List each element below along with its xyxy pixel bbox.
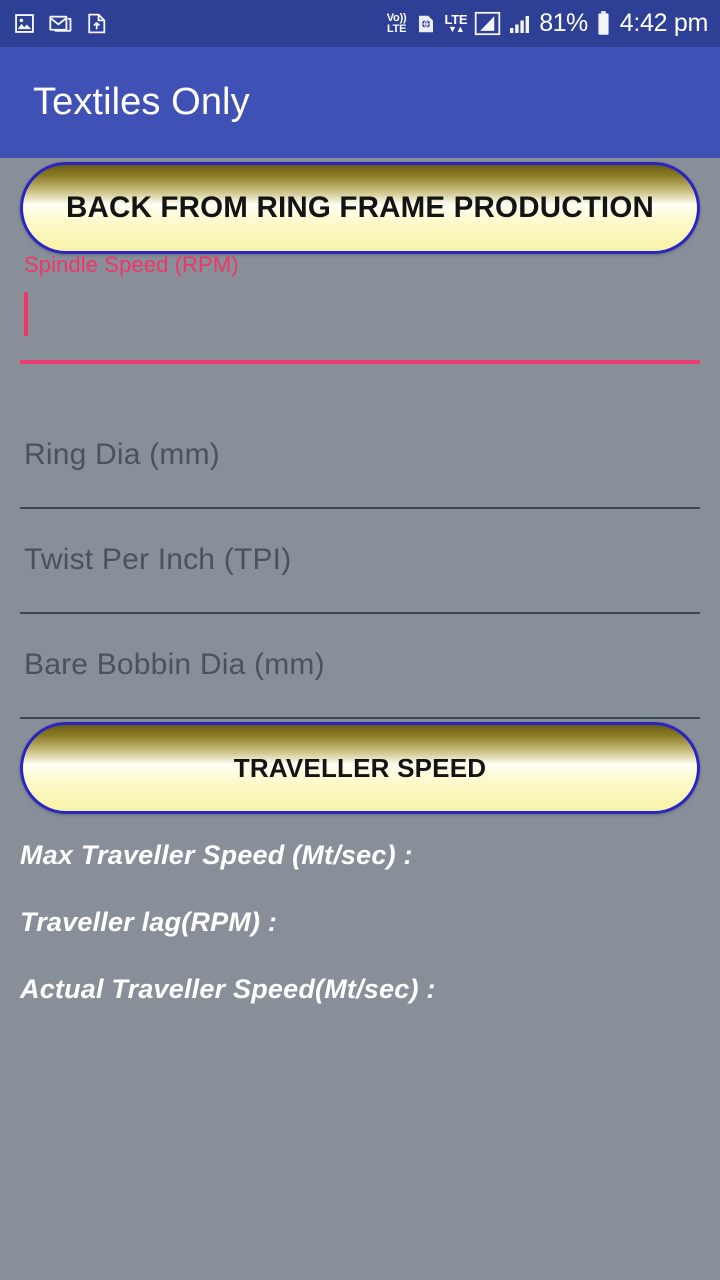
traveller-lag-result: Traveller lag(RPM) : xyxy=(20,907,278,937)
battery-icon xyxy=(595,10,612,37)
spindle-speed-field[interactable]: Spindle Speed (RPM) xyxy=(20,252,700,364)
twist-per-inch-placeholder: Twist Per Inch (TPI) xyxy=(24,543,292,576)
main-content: BACK FROM RING FRAME PRODUCTION Spindle … xyxy=(0,162,720,1280)
page-title: Textiles Only xyxy=(33,81,250,123)
bare-bobbin-dia-input[interactable]: Bare Bobbin Dia (mm) xyxy=(20,635,700,695)
status-bar-system-icons: Vo)) LTE LTE ▼▲ 81% 4:42 pm xyxy=(386,9,709,38)
results-section: Max Traveller Speed (Mt/sec) : Traveller… xyxy=(20,840,700,1005)
bare-bobbin-dia-underline xyxy=(20,717,700,719)
spindle-speed-label: Spindle Speed (RPM) xyxy=(24,252,239,277)
ring-dia-input[interactable]: Ring Dia (mm) xyxy=(20,425,700,485)
email-icon xyxy=(48,11,73,36)
traveller-speed-calculate-button[interactable]: TRAVELLER SPEED xyxy=(20,722,700,814)
ring-dia-placeholder: Ring Dia (mm) xyxy=(24,438,220,471)
back-button-label: BACK FROM RING FRAME PRODUCTION xyxy=(66,191,654,224)
battery-percent-label: 81% xyxy=(539,9,588,37)
spindle-speed-input[interactable] xyxy=(20,284,700,342)
max-traveller-speed-result: Max Traveller Speed (Mt/sec) : xyxy=(20,840,413,870)
ring-dia-field[interactable]: Ring Dia (mm) xyxy=(20,404,700,509)
twist-per-inch-field[interactable]: Twist Per Inch (TPI) xyxy=(20,509,700,614)
spindle-speed-underline xyxy=(20,360,700,364)
clock-label: 4:42 pm xyxy=(619,9,709,37)
volte-icon: Vo)) LTE xyxy=(386,11,407,35)
signal-strength-primary-icon xyxy=(474,10,501,37)
lte-data-icon: LTE ▼▲ xyxy=(444,12,468,34)
status-bar-notification-icons xyxy=(12,11,109,36)
traveller-speed-button-label: TRAVELLER SPEED xyxy=(233,752,487,783)
bare-bobbin-dia-placeholder: Bare Bobbin Dia (mm) xyxy=(24,648,325,681)
image-icon xyxy=(12,11,37,36)
document-upload-icon xyxy=(84,11,109,36)
back-from-ring-frame-production-button[interactable]: BACK FROM RING FRAME PRODUCTION xyxy=(20,162,700,254)
signal-strength-secondary-icon xyxy=(508,12,532,36)
text-caret xyxy=(24,292,28,336)
sim-globe-icon xyxy=(414,12,438,36)
actual-traveller-speed-result: Actual Traveller Speed(Mt/sec) : xyxy=(20,974,436,1004)
twist-per-inch-input[interactable]: Twist Per Inch (TPI) xyxy=(20,530,700,590)
app-bar: Textiles Only xyxy=(0,47,720,158)
status-bar: Vo)) LTE LTE ▼▲ 81% 4:42 pm xyxy=(0,0,720,47)
bare-bobbin-dia-field[interactable]: Bare Bobbin Dia (mm) xyxy=(20,614,700,719)
